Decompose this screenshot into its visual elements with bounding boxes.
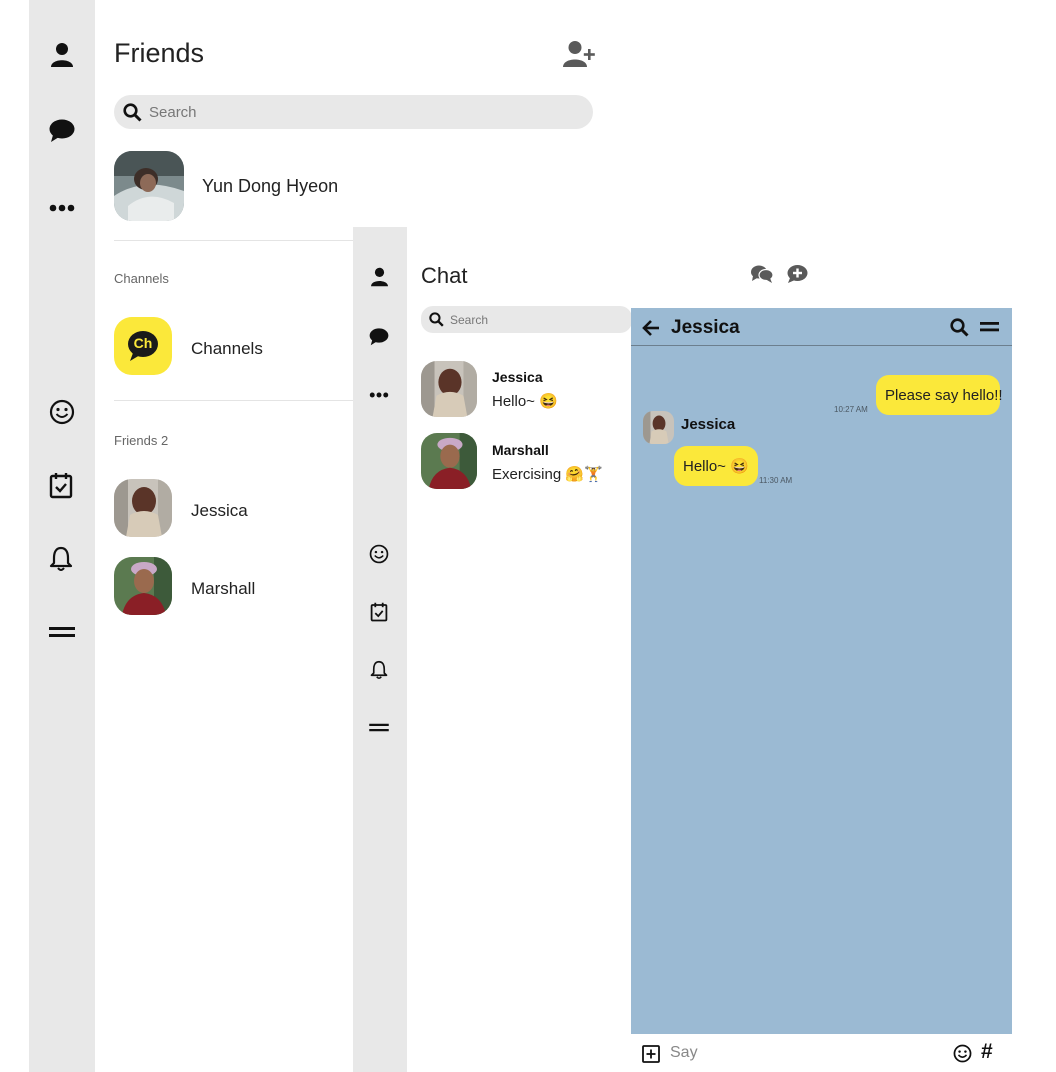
emoji-icon[interactable] (952, 1043, 972, 1063)
plus-square-icon[interactable] (641, 1044, 661, 1064)
search-input[interactable]: Search (421, 306, 632, 333)
menu-icon[interactable] (366, 714, 392, 740)
menu-icon[interactable] (47, 617, 77, 647)
friends-sidebar (29, 0, 95, 1072)
message-text: Hello~ 😆 (683, 458, 749, 475)
chats-icon[interactable] (749, 263, 775, 285)
avatar (421, 433, 477, 489)
menu-icon[interactable] (978, 318, 1000, 336)
smiley-icon[interactable] (366, 541, 392, 567)
channels-item[interactable]: Ch Channels (114, 317, 354, 375)
chat-bubble-icon[interactable] (47, 116, 77, 146)
chat-name: Marshall (492, 442, 549, 458)
calendar-check-icon[interactable] (366, 599, 392, 625)
chat-last-message: Hello~ 😆 (492, 393, 558, 410)
calendar-check-icon[interactable] (46, 470, 76, 500)
avatar[interactable] (643, 411, 674, 444)
channels-logo-text: Ch (133, 335, 153, 351)
search-icon (122, 102, 142, 122)
chat-item-jessica[interactable]: Jessica Hello~ 😆 (421, 361, 632, 417)
friends-section-label: Friends 2 (114, 433, 169, 448)
search-icon[interactable] (948, 316, 970, 338)
friend-item-marshall[interactable]: Marshall (114, 557, 354, 615)
divider (114, 400, 374, 401)
friend-item-jessica[interactable]: Jessica (114, 479, 354, 537)
more-dots-icon[interactable] (47, 193, 77, 223)
channels-section-label: Channels (114, 271, 169, 286)
friend-name: Marshall (191, 579, 256, 598)
hash-icon[interactable]: # (981, 1040, 993, 1064)
message-text: Please say hello!! (885, 386, 1003, 404)
message-time: 10:27 AM (834, 405, 868, 414)
avatar (421, 361, 477, 417)
chat-list-panel: Chat Search Jessica Hello~ 😆 Marshall Ex… (407, 227, 632, 1072)
bell-icon[interactable] (366, 657, 392, 683)
chat-item-marshall[interactable]: Marshall Exercising 🤗🏋 (421, 433, 632, 489)
page-title: Friends (114, 38, 205, 68)
received-message-bubble[interactable]: Hello~ 😆 (674, 446, 758, 486)
my-profile-row[interactable]: Yun Dong Hyeon (114, 151, 374, 221)
message-input[interactable]: Say (670, 1044, 930, 1064)
search-placeholder: Search (450, 313, 489, 327)
more-dots-icon[interactable] (366, 382, 392, 408)
avatar (114, 479, 172, 537)
message-input-bar: Say # (631, 1034, 1012, 1072)
channels-logo: Ch (114, 317, 172, 375)
profile-name: Yun Dong Hyeon (202, 176, 339, 196)
bell-icon[interactable] (46, 544, 76, 574)
friend-name: Jessica (191, 501, 248, 520)
search-placeholder: Search (149, 104, 197, 121)
chat-bubble-icon[interactable] (366, 324, 392, 350)
page-title: Chat (421, 263, 468, 288)
message-time: 11:30 AM (759, 476, 793, 485)
chat-name: Jessica (492, 369, 543, 385)
new-chat-icon[interactable] (784, 263, 810, 285)
chat-last-message: Exercising 🤗🏋 (492, 466, 603, 483)
person-icon[interactable] (366, 264, 392, 290)
sender-name: Jessica (681, 416, 736, 433)
chat-room-header: Jessica (631, 308, 1012, 346)
chat-room-title: Jessica (671, 317, 740, 338)
chat-sidebar (353, 227, 407, 1072)
add-friend-icon[interactable] (561, 38, 597, 70)
person-icon[interactable] (47, 40, 77, 70)
sent-message-bubble[interactable]: Please say hello!! (876, 375, 1003, 415)
avatar (114, 151, 184, 221)
divider (114, 240, 374, 241)
avatar (114, 557, 172, 615)
search-input[interactable]: Search (114, 95, 593, 129)
channels-item-label: Channels (191, 339, 263, 358)
search-icon (428, 311, 444, 327)
back-arrow-icon[interactable] (641, 318, 661, 338)
smiley-icon[interactable] (47, 397, 77, 427)
